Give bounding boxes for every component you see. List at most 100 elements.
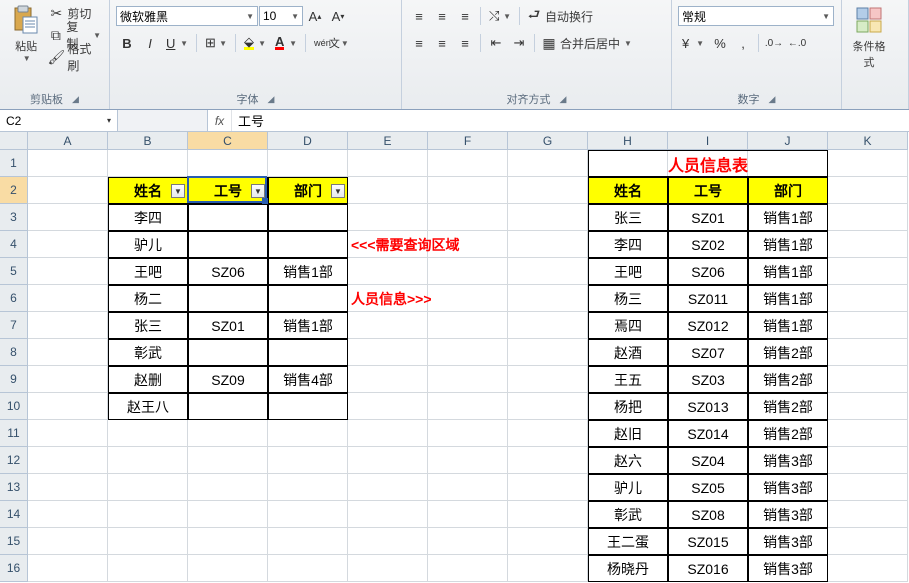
cell[interactable]: 赵王八 <box>108 393 188 420</box>
cell[interactable] <box>188 339 268 366</box>
cell[interactable] <box>828 555 908 582</box>
cell[interactable] <box>108 474 188 501</box>
launcher-icon[interactable]: ◢ <box>268 94 275 105</box>
decrease-font-button[interactable]: A▾ <box>327 6 349 26</box>
cell[interactable] <box>28 420 108 447</box>
cell[interactable]: 驴儿 <box>588 474 668 501</box>
cell[interactable] <box>428 366 508 393</box>
row-header[interactable]: 7 <box>0 312 28 339</box>
cell[interactable]: 人员信息表 <box>588 150 828 177</box>
comma-button[interactable]: , <box>732 33 754 53</box>
cell[interactable] <box>268 285 348 312</box>
underline-button[interactable]: U▼ <box>162 33 192 53</box>
cell[interactable]: 销售3部 <box>748 447 828 474</box>
cell[interactable] <box>28 555 108 582</box>
cell[interactable] <box>428 258 508 285</box>
cell[interactable] <box>348 177 428 204</box>
cell[interactable] <box>108 501 188 528</box>
decrease-decimal-button[interactable]: ←.0 <box>786 33 808 53</box>
cell[interactable] <box>828 204 908 231</box>
cell[interactable] <box>508 447 588 474</box>
row-header[interactable]: 9 <box>0 366 28 393</box>
cell[interactable]: 李四 <box>588 231 668 258</box>
cell[interactable] <box>188 285 268 312</box>
row-header[interactable]: 16 <box>0 555 28 582</box>
row-header[interactable]: 1 <box>0 150 28 177</box>
cell[interactable]: 驴儿 <box>108 231 188 258</box>
cell[interactable] <box>348 474 428 501</box>
cell[interactable] <box>508 312 588 339</box>
cell[interactable]: 销售1部 <box>748 204 828 231</box>
cell[interactable] <box>268 150 348 177</box>
cell[interactable]: 赵六 <box>588 447 668 474</box>
cell[interactable] <box>188 393 268 420</box>
phonetic-button[interactable]: wén文▼ <box>310 33 340 53</box>
cell[interactable]: 部门▼ <box>268 177 348 204</box>
cell[interactable]: 姓名 <box>588 177 668 204</box>
cell[interactable] <box>268 339 348 366</box>
cell[interactable]: 张三 <box>108 312 188 339</box>
column-header[interactable]: E <box>348 132 428 150</box>
cell[interactable] <box>828 528 908 555</box>
cell[interactable] <box>188 474 268 501</box>
orientation-button[interactable]: ⤭▼ <box>485 6 515 26</box>
cell[interactable] <box>188 204 268 231</box>
cell[interactable] <box>268 204 348 231</box>
cell[interactable]: 王五 <box>588 366 668 393</box>
cell[interactable] <box>188 528 268 555</box>
cell[interactable] <box>28 204 108 231</box>
italic-button[interactable]: I <box>139 33 161 53</box>
cell[interactable]: SZ016 <box>668 555 748 582</box>
cell[interactable]: 销售3部 <box>748 474 828 501</box>
cell[interactable]: SZ015 <box>668 528 748 555</box>
cell[interactable]: 赵旧 <box>588 420 668 447</box>
cell[interactable] <box>508 339 588 366</box>
cell[interactable] <box>508 393 588 420</box>
cell[interactable] <box>428 339 508 366</box>
cell[interactable] <box>828 447 908 474</box>
cell[interactable] <box>188 447 268 474</box>
cell[interactable] <box>508 258 588 285</box>
cell[interactable] <box>28 177 108 204</box>
cell[interactable]: SZ011 <box>668 285 748 312</box>
align-bottom-button[interactable]: ≡ <box>454 6 476 26</box>
select-all-corner[interactable] <box>0 132 28 150</box>
cell[interactable]: 工号 <box>668 177 748 204</box>
cell[interactable] <box>348 501 428 528</box>
cell[interactable] <box>28 393 108 420</box>
paste-button[interactable]: 粘贴 ▼ <box>6 2 46 90</box>
column-header[interactable]: B <box>108 132 188 150</box>
cell[interactable] <box>348 258 428 285</box>
cell[interactable]: 销售1部 <box>748 258 828 285</box>
cell[interactable] <box>268 393 348 420</box>
cell[interactable] <box>188 150 268 177</box>
cell[interactable]: 杨把 <box>588 393 668 420</box>
row-header[interactable]: 3 <box>0 204 28 231</box>
align-left-button[interactable]: ≡ <box>408 33 430 53</box>
align-center-button[interactable]: ≡ <box>431 33 453 53</box>
cell[interactable] <box>508 528 588 555</box>
cell[interactable]: SZ02 <box>668 231 748 258</box>
filter-dropdown-icon[interactable]: ▼ <box>331 184 345 198</box>
cell[interactable] <box>828 177 908 204</box>
column-header[interactable]: H <box>588 132 668 150</box>
cell[interactable]: 彰武 <box>108 339 188 366</box>
cell[interactable] <box>108 150 188 177</box>
row-header[interactable]: 10 <box>0 393 28 420</box>
cell[interactable] <box>268 474 348 501</box>
row-header[interactable]: 12 <box>0 447 28 474</box>
fill-color-button[interactable]: ⬙▼ <box>240 33 270 53</box>
font-size-combo[interactable]: 10▼ <box>259 6 303 26</box>
cell[interactable]: SZ07 <box>668 339 748 366</box>
cell[interactable] <box>28 312 108 339</box>
cell[interactable] <box>348 339 428 366</box>
cell[interactable]: 销售2部 <box>748 393 828 420</box>
cell[interactable]: SZ01 <box>188 312 268 339</box>
wrap-text-button[interactable]: ⮐自动换行 <box>524 5 634 27</box>
cell[interactable] <box>508 204 588 231</box>
cell[interactable] <box>348 312 428 339</box>
spreadsheet-grid[interactable]: ABCDEFGHIJK 12345678910111213141516 姓名▼工… <box>0 132 909 583</box>
cell[interactable] <box>348 447 428 474</box>
cell[interactable] <box>108 420 188 447</box>
cell[interactable] <box>108 447 188 474</box>
